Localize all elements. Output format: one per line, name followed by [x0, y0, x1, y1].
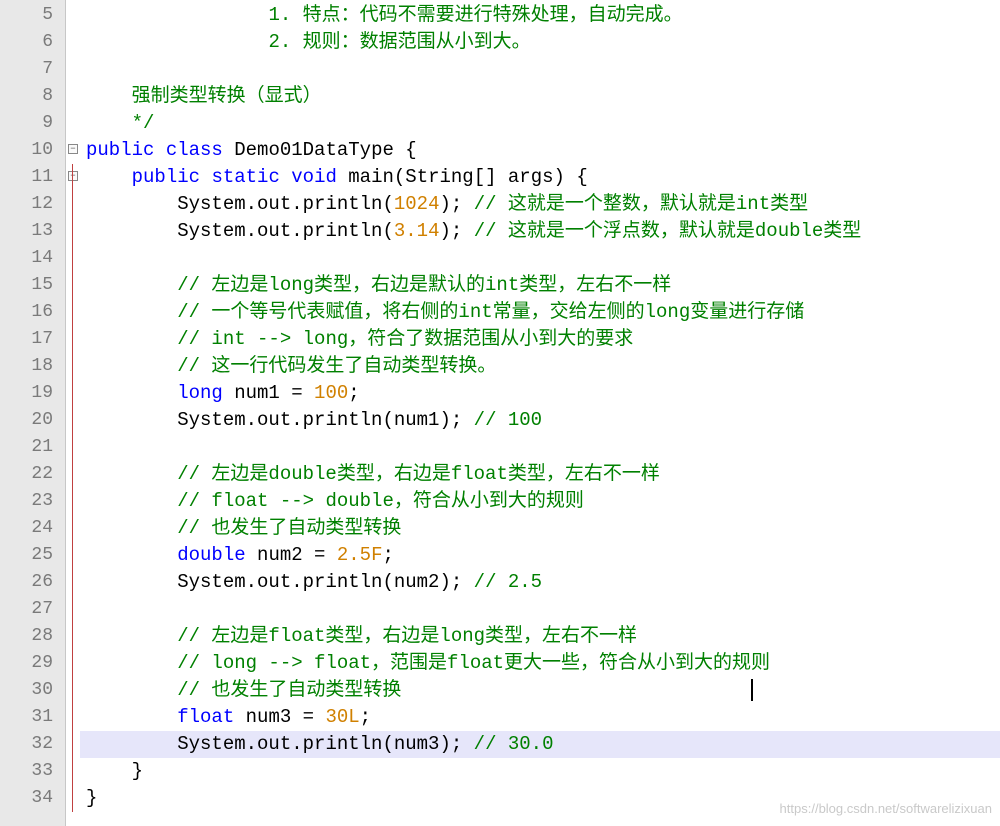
fold-guide [72, 191, 73, 785]
line-number: 34 [0, 785, 65, 812]
code-line[interactable]: // 也发生了自动类型转换 [80, 677, 1000, 704]
line-number-gutter: 5678910111213141516171819202122232425262… [0, 0, 66, 826]
code-line[interactable]: System.out.println(num1); // 100 [80, 407, 1000, 434]
code-line[interactable]: public class Demo01DataType { [80, 137, 1000, 164]
line-number: 9 [0, 110, 65, 137]
line-number: 21 [0, 434, 65, 461]
code-line[interactable]: // 左边是double类型，右边是float类型，左右不一样 [80, 461, 1000, 488]
code-line[interactable] [80, 56, 1000, 83]
fold-toggle[interactable]: − [68, 171, 78, 181]
code-line[interactable]: long num1 = 100; [80, 380, 1000, 407]
code-line[interactable]: double num2 = 2.5F; [80, 542, 1000, 569]
line-number: 23 [0, 488, 65, 515]
fold-toggle[interactable]: − [68, 144, 78, 154]
code-line[interactable]: System.out.println(1024); // 这就是一个整数，默认就… [80, 191, 1000, 218]
code-line[interactable]: // int --> long，符合了数据范围从小到大的要求 [80, 326, 1000, 353]
line-number: 11 [0, 164, 65, 191]
line-number: 8 [0, 83, 65, 110]
line-number: 7 [0, 56, 65, 83]
code-area[interactable]: 1. 特点：代码不需要进行特殊处理，自动完成。 2. 规则：数据范围从小到大。 … [80, 0, 1000, 826]
code-line[interactable]: System.out.println(3.14); // 这就是一个浮点数，默认… [80, 218, 1000, 245]
line-number: 20 [0, 407, 65, 434]
code-line[interactable]: // 左边是long类型，右边是默认的int类型，左右不一样 [80, 272, 1000, 299]
line-number: 5 [0, 2, 65, 29]
line-number: 28 [0, 623, 65, 650]
line-number: 15 [0, 272, 65, 299]
line-number: 29 [0, 650, 65, 677]
code-line[interactable]: float num3 = 30L; [80, 704, 1000, 731]
line-number: 18 [0, 353, 65, 380]
code-editor[interactable]: 5678910111213141516171819202122232425262… [0, 0, 1000, 826]
code-line[interactable]: } [80, 785, 1000, 812]
code-line[interactable]: } [80, 758, 1000, 785]
line-number: 25 [0, 542, 65, 569]
line-number: 16 [0, 299, 65, 326]
code-line[interactable]: // float --> double，符合从小到大的规则 [80, 488, 1000, 515]
line-number: 30 [0, 677, 65, 704]
code-line[interactable] [80, 434, 1000, 461]
line-number: 6 [0, 29, 65, 56]
line-number: 12 [0, 191, 65, 218]
line-number: 17 [0, 326, 65, 353]
code-line[interactable]: System.out.println(num2); // 2.5 [80, 569, 1000, 596]
code-line[interactable]: 2. 规则：数据范围从小到大。 [80, 29, 1000, 56]
line-number: 22 [0, 461, 65, 488]
line-number: 33 [0, 758, 65, 785]
line-number: 14 [0, 245, 65, 272]
line-number: 10 [0, 137, 65, 164]
code-line[interactable]: // 也发生了自动类型转换 [80, 515, 1000, 542]
line-number: 32 [0, 731, 65, 758]
line-number: 26 [0, 569, 65, 596]
code-line[interactable]: // 左边是float类型，右边是long类型，左右不一样 [80, 623, 1000, 650]
fold-column: −− [66, 0, 80, 826]
code-line[interactable]: // long --> float，范围是float更大一些，符合从小到大的规则 [80, 650, 1000, 677]
line-number: 27 [0, 596, 65, 623]
text-caret [751, 679, 753, 701]
code-line[interactable]: System.out.println(num3); // 30.0 [80, 731, 1000, 758]
code-line[interactable]: // 这一行代码发生了自动类型转换。 [80, 353, 1000, 380]
code-line[interactable] [80, 596, 1000, 623]
code-line[interactable]: public static void main(String[] args) { [80, 164, 1000, 191]
code-line[interactable] [80, 245, 1000, 272]
line-number: 13 [0, 218, 65, 245]
line-number: 24 [0, 515, 65, 542]
code-line[interactable]: */ [80, 110, 1000, 137]
code-line[interactable]: 1. 特点：代码不需要进行特殊处理，自动完成。 [80, 2, 1000, 29]
line-number: 19 [0, 380, 65, 407]
code-line[interactable]: // 一个等号代表赋值，将右侧的int常量，交给左侧的long变量进行存储 [80, 299, 1000, 326]
line-number: 31 [0, 704, 65, 731]
code-line[interactable]: 强制类型转换（显式） [80, 83, 1000, 110]
code-lines[interactable]: 1. 特点：代码不需要进行特殊处理，自动完成。 2. 规则：数据范围从小到大。 … [80, 0, 1000, 826]
